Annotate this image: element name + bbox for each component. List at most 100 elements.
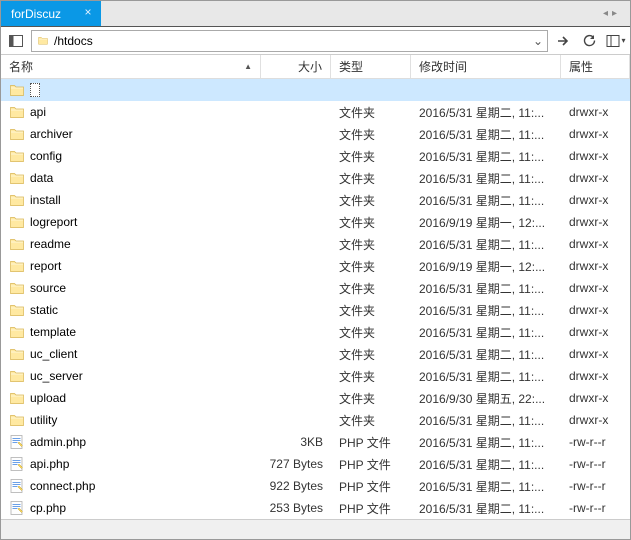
file-name: readme (30, 237, 71, 251)
cell-attr: drwxr-x (561, 237, 630, 251)
tab-scroll-left-icon[interactable]: ◂ (603, 8, 608, 19)
cell-attr: drwxr-x (561, 259, 630, 273)
file-name: static (30, 303, 58, 317)
cell-attr: drwxr-x (561, 303, 630, 317)
cell-attr: drwxr-x (561, 325, 630, 339)
cell-mtime: 2016/9/19 星期一, 12:... (411, 258, 561, 275)
table-row[interactable]: logreport文件夹2016/9/19 星期一, 12:...drwxr-x (1, 211, 630, 233)
table-row[interactable]: report 文件夹2016/9/19 星期一, 12:...drwxr-x (1, 255, 630, 277)
table-row[interactable]: admin.php3KBPHP 文件2016/5/31 星期二, 11:...-… (1, 431, 630, 453)
cell-type: PHP 文件 (331, 478, 411, 495)
folder-icon (9, 126, 25, 142)
file-list[interactable]: api文件夹2016/5/31 星期二, 11:...drwxr-xarchiv… (1, 79, 630, 519)
table-row[interactable]: source文件夹2016/5/31 星期二, 11:...drwxr-x (1, 277, 630, 299)
table-row[interactable]: api文件夹2016/5/31 星期二, 11:...drwxr-x (1, 101, 630, 123)
path-input[interactable]: /htdocs ⌄ (31, 30, 548, 52)
column-header-mtime[interactable]: 修改时间 (411, 55, 561, 78)
cell-size: 3KB (261, 435, 331, 449)
table-row[interactable]: upload文件夹2016/9/30 星期五, 22:...drwxr-x (1, 387, 630, 409)
table-row[interactable]: install文件夹2016/5/31 星期二, 11:...drwxr-x (1, 189, 630, 211)
file-name: archiver (30, 127, 73, 141)
folder-icon (9, 302, 25, 318)
cell-attr: drwxr-x (561, 413, 630, 427)
file-name: config (30, 149, 62, 163)
php-icon (9, 456, 25, 472)
cell-attr: -rw-r--r (561, 501, 630, 515)
file-name: api (30, 105, 46, 119)
cell-type: 文件夹 (331, 192, 411, 209)
sidebar-toggle-button[interactable] (5, 30, 27, 52)
file-name: template (30, 325, 76, 339)
cell-mtime: 2016/5/31 星期二, 11:... (411, 104, 561, 121)
file-name: cp.php (30, 501, 66, 515)
folder-icon (9, 214, 25, 230)
cell-mtime: 2016/9/19 星期一, 12:... (411, 214, 561, 231)
table-row[interactable]: archiver文件夹2016/5/31 星期二, 11:...drwxr-x (1, 123, 630, 145)
refresh-button[interactable] (578, 30, 600, 52)
table-row[interactable]: static文件夹2016/5/31 星期二, 11:...drwxr-x (1, 299, 630, 321)
toolbar: /htdocs ⌄ ▾ (1, 27, 630, 55)
column-header-attr[interactable]: 属性 (561, 55, 630, 78)
tab-scroll-right-icon[interactable]: ▸ (612, 8, 617, 19)
cell-mtime: 2016/5/31 星期二, 11:... (411, 170, 561, 187)
rename-input[interactable] (30, 83, 40, 97)
cell-mtime: 2016/5/31 星期二, 11:... (411, 346, 561, 363)
table-row[interactable]: api.php727 BytesPHP 文件2016/5/31 星期二, 11:… (1, 453, 630, 475)
column-header-type[interactable]: 类型 (331, 55, 411, 78)
cell-mtime: 2016/5/31 星期二, 11:... (411, 280, 561, 297)
file-name: report (30, 259, 61, 273)
table-row[interactable]: uc_client文件夹2016/5/31 星期二, 11:...drwxr-x (1, 343, 630, 365)
php-icon (9, 478, 25, 494)
file-name: uc_client (30, 347, 77, 361)
table-row[interactable]: config文件夹2016/5/31 星期二, 11:...drwxr-x (1, 145, 630, 167)
table-row[interactable]: template文件夹2016/5/31 星期二, 11:...drwxr-x (1, 321, 630, 343)
folder-icon (36, 35, 50, 46)
table-row[interactable]: connect.php922 BytesPHP 文件2016/5/31 星期二,… (1, 475, 630, 497)
column-header-size[interactable]: 大小 (261, 55, 331, 78)
table-row[interactable] (1, 79, 630, 101)
tab-fordiscuz[interactable]: forDiscuz × (1, 1, 101, 26)
table-row[interactable]: readme文件夹2016/5/31 星期二, 11:...drwxr-x (1, 233, 630, 255)
cell-type: 文件夹 (331, 280, 411, 297)
view-mode-button[interactable]: ▾ (604, 30, 626, 52)
status-bar (1, 519, 630, 539)
table-row[interactable]: utility文件夹2016/5/31 星期二, 11:...drwxr-x (1, 409, 630, 431)
php-icon (9, 500, 25, 516)
cell-mtime: 2016/5/31 星期二, 11:... (411, 434, 561, 451)
column-header-name[interactable]: 名称 ▲ (1, 55, 261, 78)
sort-asc-icon: ▲ (244, 55, 252, 79)
cell-type: 文件夹 (331, 346, 411, 363)
file-name: connect.php (30, 479, 95, 493)
cell-type: 文件夹 (331, 412, 411, 429)
table-row[interactable]: uc_server文件夹2016/5/31 星期二, 11:...drwxr-x (1, 365, 630, 387)
cell-type: PHP 文件 (331, 500, 411, 517)
table-row[interactable]: cp.php253 BytesPHP 文件2016/5/31 星期二, 11:.… (1, 497, 630, 519)
close-icon[interactable]: × (81, 6, 95, 20)
file-name: data (30, 171, 53, 185)
cell-type: 文件夹 (331, 258, 411, 275)
folder-icon (9, 280, 25, 296)
cell-attr: drwxr-x (561, 391, 630, 405)
cell-size: 253 Bytes (261, 501, 331, 515)
folder-icon (9, 170, 25, 186)
folder-icon (9, 148, 25, 164)
cell-type: PHP 文件 (331, 434, 411, 451)
cell-type: PHP 文件 (331, 456, 411, 473)
cell-attr: drwxr-x (561, 149, 630, 163)
cell-type: 文件夹 (331, 148, 411, 165)
column-headers: 名称 ▲ 大小 类型 修改时间 属性 (1, 55, 630, 79)
chevron-down-icon[interactable]: ⌄ (533, 34, 543, 48)
file-name: upload (30, 391, 66, 405)
path-text: /htdocs (54, 34, 529, 48)
table-row[interactable]: data文件夹2016/5/31 星期二, 11:...drwxr-x (1, 167, 630, 189)
folder-icon (9, 258, 25, 274)
file-name: uc_server (30, 369, 83, 383)
file-name: api.php (30, 457, 69, 471)
file-name: source (30, 281, 66, 295)
tab-empty-area (101, 1, 590, 26)
tab-bar: forDiscuz × ◂ ▸ (1, 1, 630, 27)
cell-mtime: 2016/5/31 星期二, 11:... (411, 192, 561, 209)
cell-attr: -rw-r--r (561, 479, 630, 493)
tab-title: forDiscuz (11, 7, 61, 21)
go-button[interactable] (552, 30, 574, 52)
